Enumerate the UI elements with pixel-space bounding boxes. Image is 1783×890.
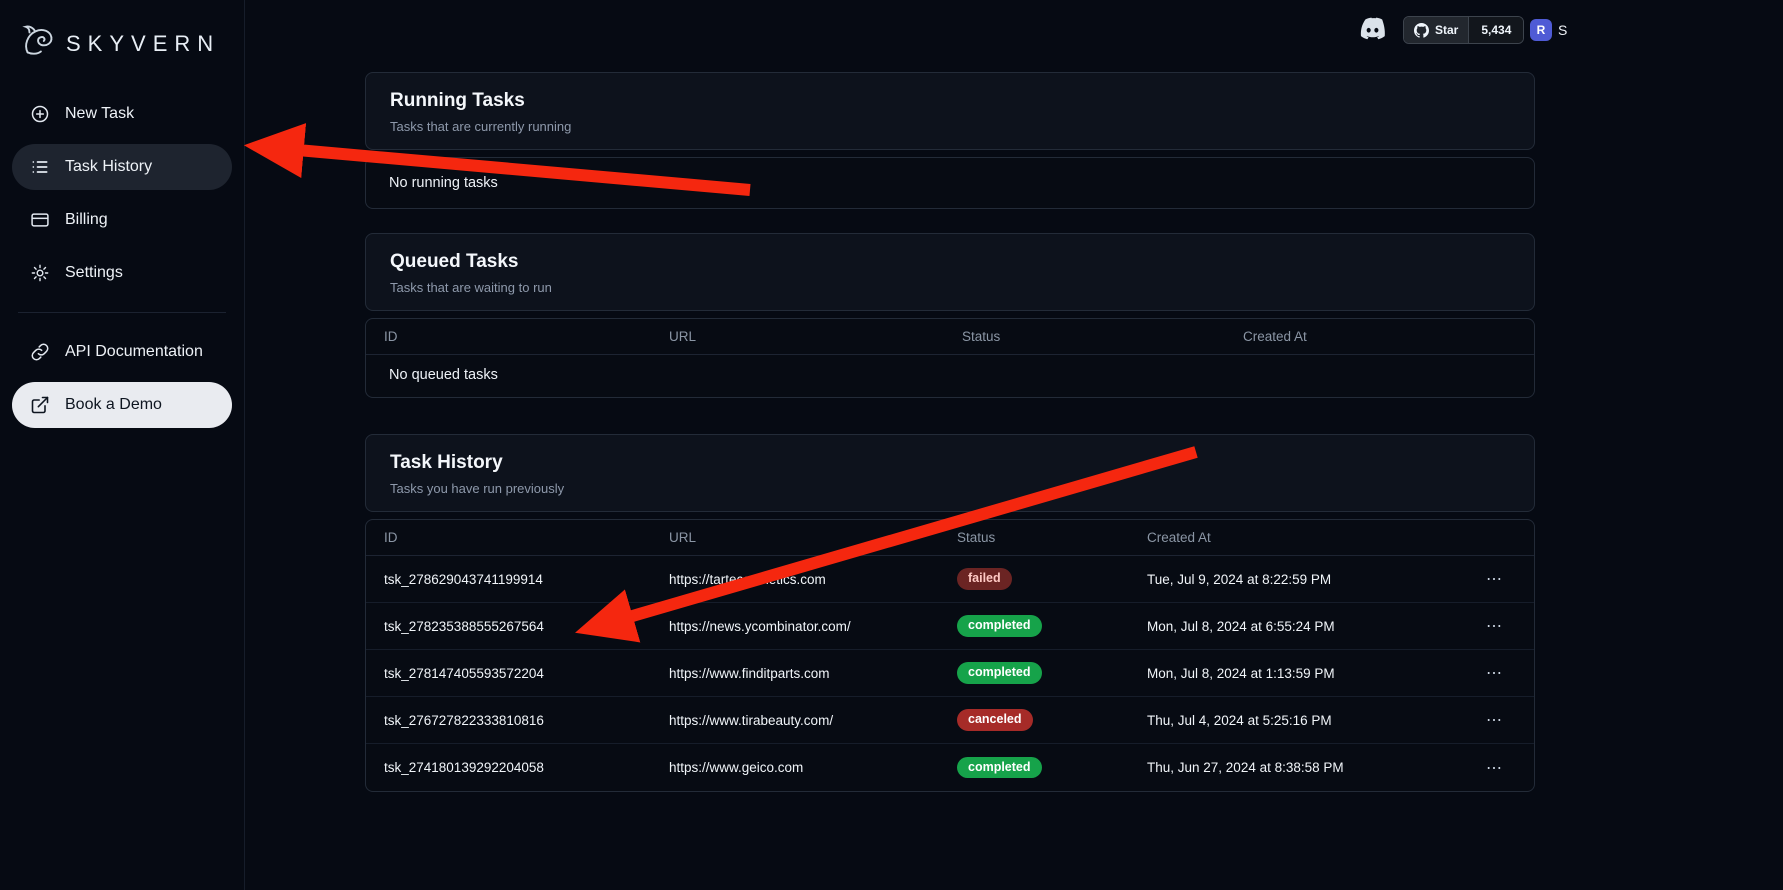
history-table-header: ID URL Status Created At <box>366 520 1534 556</box>
github-star-button[interactable]: Star 5,434 <box>1403 16 1524 44</box>
sidebar-divider <box>18 312 226 313</box>
status-badge: completed <box>957 757 1042 779</box>
task-row[interactable]: tsk_278629043741199914 https://tartecosm… <box>366 556 1534 603</box>
column-header-id: ID <box>384 530 669 545</box>
main-content: Running Tasks Tasks that are currently r… <box>365 72 1535 816</box>
task-id: tsk_278629043741199914 <box>384 572 669 587</box>
task-row[interactable]: tsk_276727822333810816 https://www.tirab… <box>366 697 1534 744</box>
row-actions-button[interactable]: ⋯ <box>1437 616 1516 636</box>
column-header-id: ID <box>384 329 669 344</box>
task-row[interactable]: tsk_274180139292204058 https://www.geico… <box>366 744 1534 791</box>
skyvern-dragon-icon <box>20 22 58 65</box>
logo-text: SKYVERN <box>66 31 220 57</box>
sidebar-item-new-task[interactable]: New Task <box>12 91 232 137</box>
task-history-header: Task History Tasks you have run previous… <box>365 434 1535 512</box>
task-url: https://tartecosmetics.com <box>669 572 957 587</box>
sidebar-item-label: New Task <box>65 105 134 123</box>
section-subtitle: Tasks that are waiting to run <box>390 280 1510 295</box>
section-subtitle: Tasks you have run previously <box>390 481 1510 496</box>
github-icon <box>1414 23 1429 38</box>
sidebar-item-book-a-demo[interactable]: Book a Demo <box>12 382 232 428</box>
task-id: tsk_278147405593572204 <box>384 666 669 681</box>
link-icon <box>30 342 50 362</box>
avatar[interactable]: R <box>1530 19 1552 41</box>
task-url: https://www.geico.com <box>669 760 957 775</box>
discord-icon[interactable] <box>1357 17 1387 46</box>
sidebar-item-label: API Documentation <box>65 343 203 361</box>
task-row[interactable]: tsk_278147405593572204 https://www.findi… <box>366 650 1534 697</box>
queued-tasks-section: Queued Tasks Tasks that are waiting to r… <box>365 233 1535 398</box>
credit-card-icon <box>30 210 50 230</box>
sidebar-item-label: Book a Demo <box>65 396 162 414</box>
github-star-count: 5,434 <box>1468 17 1523 43</box>
status-badge: canceled <box>957 709 1033 731</box>
task-history-table: ID URL Status Created At tsk_27862904374… <box>365 519 1535 792</box>
column-header-url: URL <box>669 530 957 545</box>
running-tasks-body: No running tasks <box>365 157 1535 209</box>
sidebar-item-label: Task History <box>65 158 152 176</box>
empty-message: No running tasks <box>366 158 1534 208</box>
queued-tasks-header: Queued Tasks Tasks that are waiting to r… <box>365 233 1535 311</box>
running-tasks-section: Running Tasks Tasks that are currently r… <box>365 72 1535 209</box>
task-id: tsk_276727822333810816 <box>384 713 669 728</box>
task-url: https://www.finditparts.com <box>669 666 957 681</box>
row-actions-button[interactable]: ⋯ <box>1437 569 1516 589</box>
column-header-url: URL <box>669 329 962 344</box>
sidebar-item-label: Settings <box>65 264 123 282</box>
column-header-status: Status <box>962 329 1243 344</box>
empty-message: No queued tasks <box>366 355 1534 397</box>
sidebar: SKYVERN New Task Task History Billing <box>0 0 245 890</box>
status-badge: completed <box>957 615 1042 637</box>
sidebar-item-settings[interactable]: Settings <box>12 250 232 296</box>
task-created-at: Thu, Jul 4, 2024 at 5:25:16 PM <box>1147 713 1437 728</box>
column-header-created-at: Created At <box>1147 530 1437 545</box>
task-created-at: Tue, Jul 9, 2024 at 8:22:59 PM <box>1147 572 1437 587</box>
section-title: Task History <box>390 452 1510 474</box>
running-tasks-header: Running Tasks Tasks that are currently r… <box>365 72 1535 150</box>
sidebar-item-api-documentation[interactable]: API Documentation <box>12 329 232 375</box>
status-badge: completed <box>957 662 1042 684</box>
task-id: tsk_274180139292204058 <box>384 760 669 775</box>
plus-circle-icon <box>30 104 50 124</box>
external-link-icon <box>30 395 50 415</box>
section-title: Queued Tasks <box>390 251 1510 273</box>
task-history-section: Task History Tasks you have run previous… <box>365 434 1535 792</box>
task-created-at: Mon, Jul 8, 2024 at 1:13:59 PM <box>1147 666 1437 681</box>
task-created-at: Thu, Jun 27, 2024 at 8:38:58 PM <box>1147 760 1437 775</box>
topbar: Star 5,434 R S <box>245 14 1783 50</box>
sidebar-item-label: Billing <box>65 211 108 229</box>
section-subtitle: Tasks that are currently running <box>390 119 1510 134</box>
list-icon <box>30 157 50 177</box>
task-url: https://www.tirabeauty.com/ <box>669 713 957 728</box>
task-url: https://news.ycombinator.com/ <box>669 619 957 634</box>
user-name: S <box>1558 22 1567 38</box>
task-id: tsk_278235388555267564 <box>384 619 669 634</box>
column-header-status: Status <box>957 530 1147 545</box>
queued-table-header: ID URL Status Created At <box>366 319 1534 355</box>
section-title: Running Tasks <box>390 90 1510 112</box>
row-actions-button[interactable]: ⋯ <box>1437 758 1516 778</box>
queued-tasks-table: ID URL Status Created At No queued tasks <box>365 318 1535 398</box>
sidebar-item-billing[interactable]: Billing <box>12 197 232 243</box>
gear-icon <box>30 263 50 283</box>
row-actions-button[interactable]: ⋯ <box>1437 710 1516 730</box>
task-created-at: Mon, Jul 8, 2024 at 6:55:24 PM <box>1147 619 1437 634</box>
sidebar-item-task-history[interactable]: Task History <box>12 144 232 190</box>
task-row[interactable]: tsk_278235388555267564 https://news.ycom… <box>366 603 1534 650</box>
status-badge: failed <box>957 568 1012 590</box>
row-actions-button[interactable]: ⋯ <box>1437 663 1516 683</box>
github-star-label: Star <box>1435 23 1458 37</box>
task-history-rows: tsk_278629043741199914 https://tartecosm… <box>366 556 1534 791</box>
column-header-created-at: Created At <box>1243 329 1516 344</box>
skyvern-logo[interactable]: SKYVERN <box>12 18 232 91</box>
